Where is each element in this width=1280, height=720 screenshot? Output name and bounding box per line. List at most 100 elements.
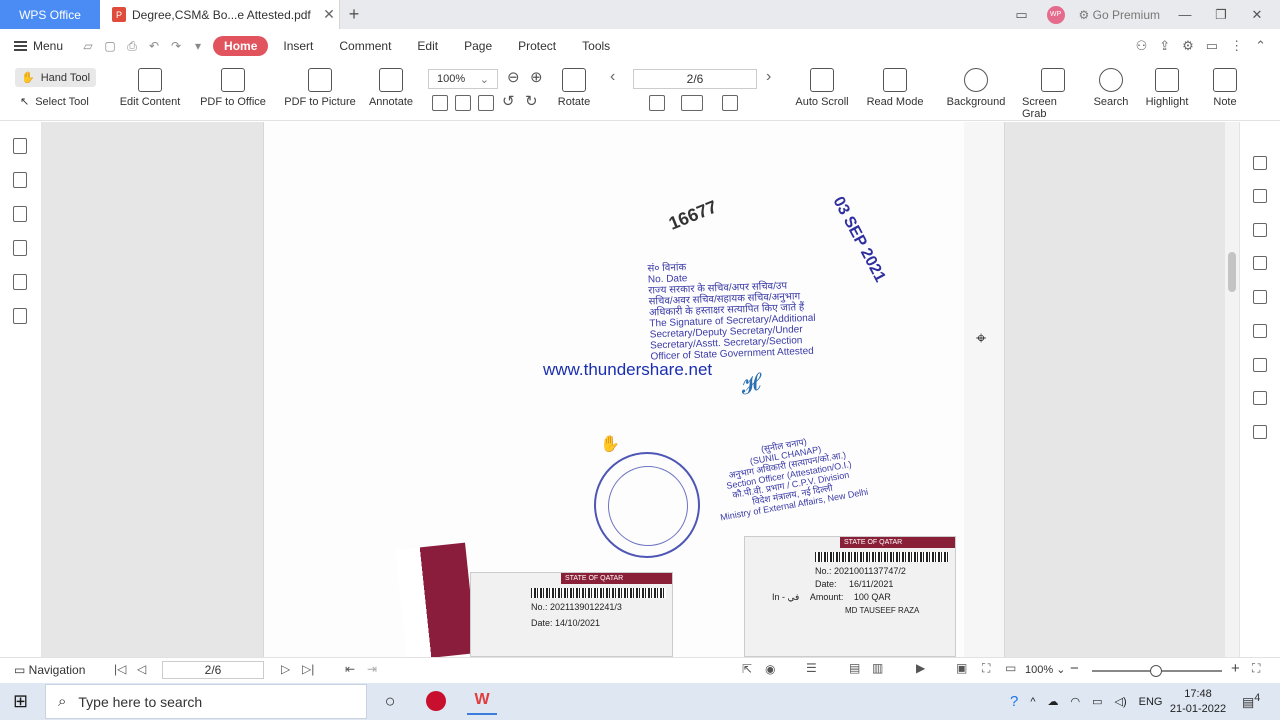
annotate-button[interactable]: Annotate [366,68,416,108]
play-icon[interactable]: ▶ [916,661,925,675]
app-icon[interactable] [421,687,451,715]
status-zoom[interactable]: 100% ⌄ [1025,663,1065,676]
language-indicator[interactable]: ENG [1139,696,1163,708]
undo-icon[interactable]: ↶ [143,39,165,53]
stamp-icon[interactable] [13,274,27,290]
eye-mode-icon[interactable]: ◉ [765,662,775,676]
signature-icon[interactable] [13,308,27,324]
sign-icon[interactable] [1253,290,1267,304]
scroll-thumb[interactable] [1228,252,1236,292]
save-icon[interactable]: ▢ [99,39,121,53]
chevron-up-icon[interactable]: ^ [1030,696,1035,708]
hand-tool-button[interactable]: ✋ Hand Tool [15,68,97,87]
windows-start-icon[interactable]: ⊞ [13,691,28,712]
collapse-ribbon-icon[interactable]: ⌃ [1255,38,1266,54]
background-button[interactable]: Background [942,68,1010,108]
chat-icon[interactable]: ▭ [1206,38,1218,54]
close-window-icon[interactable]: ✕ [1246,7,1268,23]
tab-edit[interactable]: Edit [406,36,449,56]
back-view-icon[interactable]: ⇤ [345,662,355,676]
continuous-scroll-icon[interactable] [722,95,738,111]
go-premium-button[interactable]: ⚙ Go Premium [1079,8,1160,22]
restore-icon[interactable]: ❐ [1210,7,1232,23]
auto-scroll-button[interactable]: Auto Scroll [790,68,854,108]
next-page-icon[interactable]: › [766,68,771,86]
actual-size-status-icon[interactable]: ▣ [956,661,967,675]
volume-icon[interactable]: ◁) [1115,695,1127,708]
tab-home[interactable]: Home [213,36,269,56]
fit-status-icon[interactable]: ⛶ [982,661,990,676]
fit-width-icon[interactable] [478,95,494,111]
zoom-out-icon[interactable]: ⊖ [507,68,520,86]
window-layout-icon[interactable]: ▭ [1011,7,1033,23]
tab-insert[interactable]: Insert [272,36,324,56]
print-icon[interactable] [1253,358,1267,372]
rotate-right-icon[interactable]: ↻ [525,92,538,110]
continuous-view-icon[interactable]: ☰ [806,661,817,675]
single-page-icon[interactable] [649,95,665,111]
zoom-select[interactable]: 100% ⌄ [428,69,498,89]
taskbar-clock[interactable]: 17:48 21-01-2022 [1165,687,1231,717]
tab-comment[interactable]: Comment [328,36,402,56]
form-icon[interactable] [1253,256,1267,270]
zoom-out-status-icon[interactable]: − [1070,660,1079,677]
double-view-icon[interactable]: ▥ [872,661,883,675]
close-tab-icon[interactable]: ✕ [319,6,339,23]
zoom-in-icon[interactable]: ⊕ [530,68,543,86]
battery-icon[interactable]: ▭ [1092,695,1102,708]
select-tool-button[interactable]: ↖ Select Tool [20,95,89,109]
forward-view-icon[interactable]: ⇥ [367,662,377,676]
document-tab[interactable]: P Degree,CSM& Bo...e Attested.pdf ✕ [100,0,340,29]
wifi-icon[interactable]: ◠ [1071,695,1081,708]
redo-icon[interactable]: ↷ [165,39,187,53]
wps-office-tab[interactable]: WPS Office [0,0,100,29]
pdf-to-picture-button[interactable]: PDF to Picture [284,68,356,108]
zoom-slider[interactable] [1092,665,1222,677]
read-mode-button[interactable]: Read Mode [866,68,924,108]
fullscreen-icon[interactable]: ⛶ [1252,661,1260,676]
prev-page-icon[interactable]: ◁ [137,662,146,676]
search-button[interactable]: Search [1092,68,1130,108]
zoom-in-status-icon[interactable]: + [1231,660,1240,677]
zoom-slider-knob[interactable] [1150,665,1162,677]
highlight-button[interactable]: Highlight [1138,68,1196,108]
document-canvas[interactable]: ⌖ 16677 03 SEP 2021 सं० विनांक No. Date … [42,122,1225,657]
status-page-input[interactable]: 2/6 [162,661,264,679]
rotate-left-icon[interactable]: ↺ [502,92,515,110]
menu-button[interactable]: Menu [14,39,63,53]
navigation-button[interactable]: ▭ Navigation [14,663,85,677]
rotate-button[interactable]: Rotate [556,68,592,108]
zoom-search-icon[interactable] [1253,425,1267,439]
comment-icon[interactable] [13,206,27,222]
align-icon[interactable] [1253,324,1267,338]
crop-icon[interactable] [1253,391,1267,405]
more-icon[interactable]: ⋮ [1230,38,1243,54]
last-page-icon[interactable]: ▷| [302,662,314,676]
share-user-icon[interactable]: ⚇ [1136,38,1148,54]
wps-taskbar-icon[interactable]: W [467,687,497,715]
user-avatar[interactable]: WP [1046,5,1065,24]
previous-page-icon[interactable]: ‹ [610,68,615,86]
help-icon[interactable]: ? [1010,693,1018,710]
note-button[interactable]: Note [1206,68,1244,108]
export-icon[interactable]: ⇱ [742,662,752,676]
fit-width-status-icon[interactable]: ▭ [1005,661,1016,675]
open-folder-icon[interactable]: ▱ [77,39,99,53]
actual-size-icon[interactable] [432,95,448,111]
screen-grab-button[interactable]: Screen Grab [1022,68,1084,120]
quick-access-dropdown-icon[interactable]: ▾ [187,39,209,53]
attachment-icon[interactable] [13,240,27,256]
two-page-icon[interactable] [681,95,703,111]
edit-icon[interactable] [1253,189,1267,203]
minimize-icon[interactable]: — [1174,7,1196,22]
settings-icon[interactable]: ⚙ [1182,38,1194,54]
taskbar-search-box[interactable]: ⌕ Type here to search [45,684,367,719]
pdf-to-office-button[interactable]: PDF to Office [196,68,270,108]
new-tab-button[interactable]: + [340,0,368,29]
compress-icon[interactable] [1253,223,1267,237]
cloud-icon[interactable]: ☁ [1048,695,1059,708]
notification-icon[interactable]: ▤4 [1242,692,1260,710]
print-icon[interactable]: ⎙ [121,39,143,54]
single-view-icon[interactable]: ▤ [849,661,860,675]
vertical-scrollbar[interactable] [1225,122,1239,657]
